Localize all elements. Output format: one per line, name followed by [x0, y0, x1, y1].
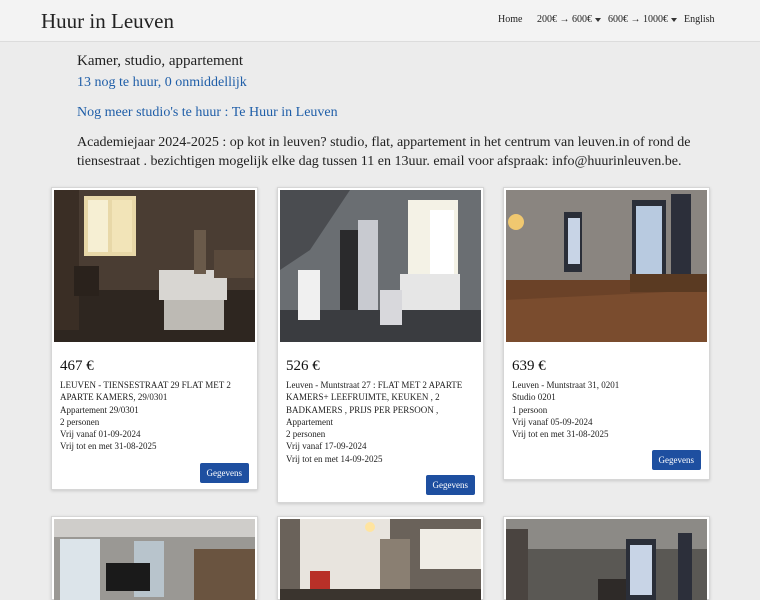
chevron-down-icon [671, 17, 677, 22]
listing-price: 467 € [60, 358, 94, 374]
navbar: Huur in Leuven Home 200€ → 600€ 600€ → 1… [0, 0, 760, 42]
listing-free-until: Vrij tot en met 31-08-2025 [60, 441, 157, 452]
listing-type: Appartement 29/0301 [60, 404, 139, 415]
count-text: 13 nog te huur, [77, 75, 162, 90]
listing-card[interactable]: 639 € Leuven - Muntstraat 31, 0201 Studi… [503, 187, 710, 480]
listing-photo[interactable] [280, 519, 481, 600]
listing-persons: 2 personen [286, 429, 326, 440]
nav-language[interactable]: English [684, 14, 715, 25]
listing-photo[interactable] [506, 190, 707, 342]
description: Academiejaar 2024-2025 : op kot in leuve… [77, 135, 691, 169]
listing-photo[interactable] [506, 519, 707, 600]
details-button[interactable]: Gegevens [199, 463, 249, 483]
listing-free-from: Vrij vanaf 17-09-2024 [286, 441, 367, 452]
listing-card[interactable] [277, 516, 484, 600]
listing-persons: 2 personen [60, 416, 100, 427]
availability-counts: 13 nog te huur, 0 onmiddellijk [77, 75, 717, 91]
more-studios-link[interactable]: Nog meer studio's te huur : Te Huur in L… [77, 105, 717, 121]
listing-card[interactable]: 526 € Leuven - Muntstraat 27 : FLAT MET … [277, 187, 484, 503]
listing-photo[interactable] [280, 190, 481, 342]
nav-range-200-600[interactable]: 200€ → 600€ [537, 14, 601, 25]
chevron-down-icon [595, 17, 601, 22]
listing-free-until: Vrij tot en met 31-08-2025 [512, 429, 609, 440]
listing-free-until: Vrij tot en met 14-09-2025 [286, 453, 383, 464]
listing-price: 639 € [512, 358, 546, 374]
listing-free-from: Vrij vanaf 05-09-2024 [512, 416, 593, 427]
nav-range-200-600-label: 200€ → 600€ [537, 14, 592, 25]
listing-photo[interactable] [54, 519, 255, 600]
nav-range-600-1000[interactable]: 600€ → 1000€ [608, 14, 677, 25]
details-button[interactable]: Gegevens [425, 475, 475, 495]
listing-card[interactable] [503, 516, 710, 600]
nav-range-600-1000-label: 600€ → 1000€ [608, 14, 668, 25]
listing-photo[interactable] [54, 190, 255, 342]
listing-card[interactable]: 467 € LEUVEN - TIENSESTRAAT 29 FLAT MET … [51, 187, 258, 490]
listing-type: Studio 0201 [512, 392, 556, 403]
listing-card[interactable] [51, 516, 258, 600]
listing-title: Leuven - Muntstraat 27 : FLAT MET 2 APAR… [286, 380, 463, 427]
nav-home[interactable]: Home [498, 14, 522, 25]
page-heading: Kamer, studio, appartement [77, 53, 244, 69]
listing-free-from: Vrij vanaf 01-09-2024 [60, 429, 141, 440]
details-button[interactable]: Gegevens [651, 450, 701, 470]
listing-persons: 1 persoon [512, 404, 548, 415]
listing-title: LEUVEN - TIENSESTRAAT 29 FLAT MET 2 APAR… [60, 380, 231, 403]
listing-price: 526 € [286, 358, 320, 374]
immediate-link[interactable]: 0 onmiddellijk [165, 75, 247, 90]
listing-title: Leuven - Muntstraat 31, 0201 [512, 380, 620, 390]
brand-link[interactable]: Huur in Leuven [41, 9, 174, 34]
